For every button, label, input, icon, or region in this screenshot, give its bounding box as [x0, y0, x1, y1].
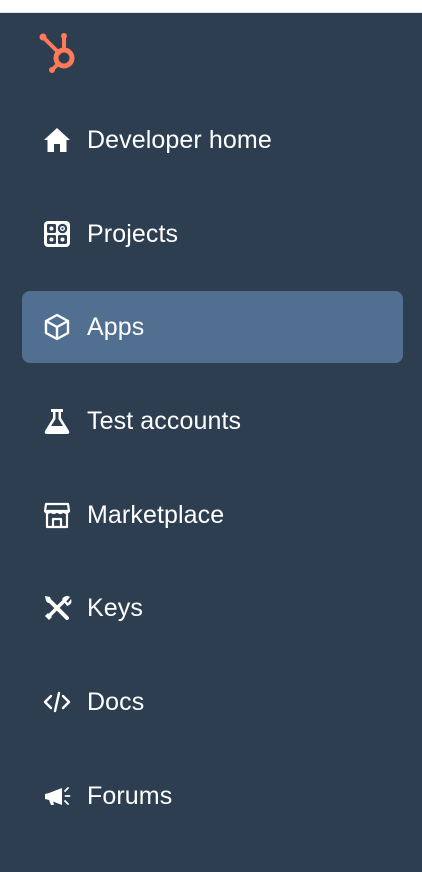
sidebar: Developer home Projects Apps Test accoun…	[0, 13, 422, 872]
nav-label-apps: Apps	[87, 312, 145, 341]
nav-label-docs: Docs	[87, 687, 145, 716]
nav-item-keys[interactable]: Keys	[22, 572, 403, 644]
projects-icon	[42, 219, 72, 249]
nav-item-projects[interactable]: Projects	[22, 198, 403, 270]
tools-icon	[42, 593, 72, 623]
nav-item-apps[interactable]: Apps	[22, 291, 403, 363]
nav-label-marketplace: Marketplace	[87, 500, 225, 529]
nav-label-test-accounts: Test accounts	[87, 406, 242, 435]
megaphone-icon	[42, 781, 72, 811]
nav-item-docs[interactable]: Docs	[22, 666, 403, 738]
top-strip	[0, 0, 422, 13]
hubspot-logo-icon[interactable]	[36, 29, 84, 77]
nav-item-marketplace[interactable]: Marketplace	[22, 479, 403, 551]
code-icon	[42, 687, 72, 717]
storefront-icon	[42, 500, 72, 530]
nav-label-forums: Forums	[87, 781, 173, 810]
cube-icon	[42, 312, 72, 342]
nav-label-developer-home: Developer home	[87, 125, 272, 154]
nav-label-projects: Projects	[87, 219, 179, 248]
nav-item-forums[interactable]: Forums	[22, 760, 403, 832]
flask-icon	[42, 406, 72, 436]
nav-item-test-accounts[interactable]: Test accounts	[22, 385, 403, 457]
nav-label-keys: Keys	[87, 593, 143, 622]
nav-item-developer-home[interactable]: Developer home	[22, 104, 403, 176]
home-icon	[42, 125, 72, 155]
